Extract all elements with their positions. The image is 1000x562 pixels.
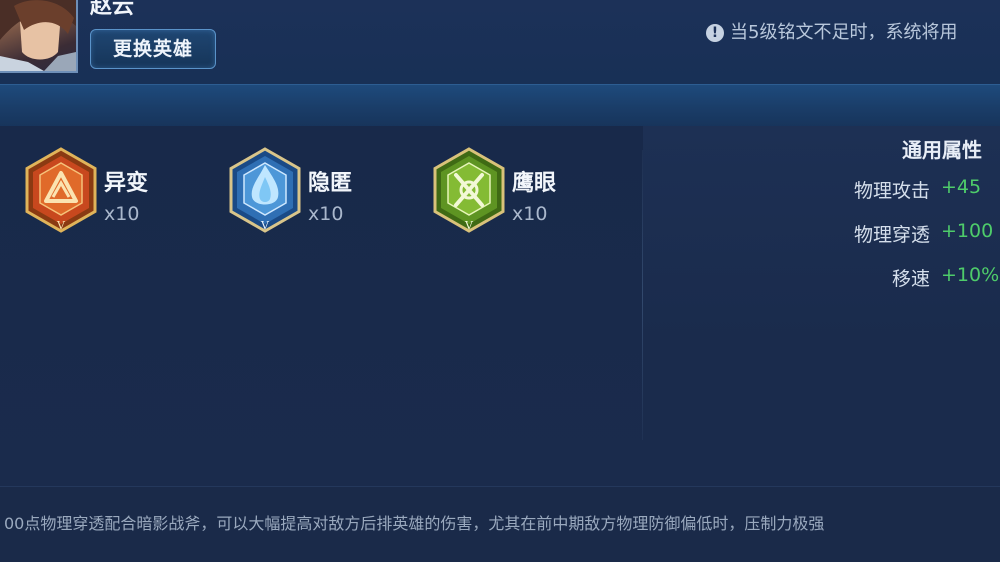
svg-text:V: V [56, 219, 66, 232]
hero-avatar[interactable] [0, 0, 78, 73]
rune-count: x10 [104, 203, 140, 225]
panel-divider [642, 150, 643, 440]
strategy-tip: 00点物理穿透配合暗影战斧，可以大幅提高对敌方后排英雄的伤害，尤其在前中期敌方物… [4, 514, 825, 533]
rune-name: 异变 [104, 171, 149, 196]
header-band [0, 84, 1000, 128]
attribute-row: 物理穿透 +100 [700, 220, 1000, 250]
rune-item-blue[interactable]: V 隐匿 x10 [228, 147, 428, 233]
change-hero-button[interactable]: 更换英雄 [90, 29, 216, 69]
rune-count: x10 [512, 203, 548, 225]
blue-rune-icon: V [229, 147, 301, 233]
attribute-label: 物理攻击 [853, 180, 930, 202]
hero-name: 赵云 [90, 0, 135, 19]
attribute-row: 移速 +10% [700, 264, 1000, 294]
attribute-value: +45 [941, 176, 982, 198]
svg-text:V: V [260, 219, 270, 232]
attributes-title: 通用属性 [902, 138, 982, 162]
rune-name: 鹰眼 [512, 171, 557, 196]
attribute-value: +10% [941, 264, 1000, 286]
red-rune-icon: V [25, 147, 97, 233]
attribute-row: 物理攻击 +45 [700, 176, 1000, 206]
notice: ! 当5级铭文不足时，系统将用 [706, 18, 957, 44]
attribute-value: +100 [941, 220, 994, 242]
rune-name: 隐匿 [308, 171, 353, 196]
info-icon: ! [706, 24, 724, 42]
attribute-label: 移速 [891, 268, 930, 290]
rune-item-red[interactable]: V 异变 x10 [24, 147, 224, 233]
rune-item-green[interactable]: V 鹰眼 x10 [432, 147, 632, 233]
rune-count: x10 [308, 203, 344, 225]
notice-text: 当5级铭文不足时，系统将用 [730, 22, 958, 43]
attribute-label: 物理穿透 [853, 224, 930, 246]
green-rune-icon: V [433, 147, 505, 233]
svg-text:V: V [464, 219, 474, 232]
